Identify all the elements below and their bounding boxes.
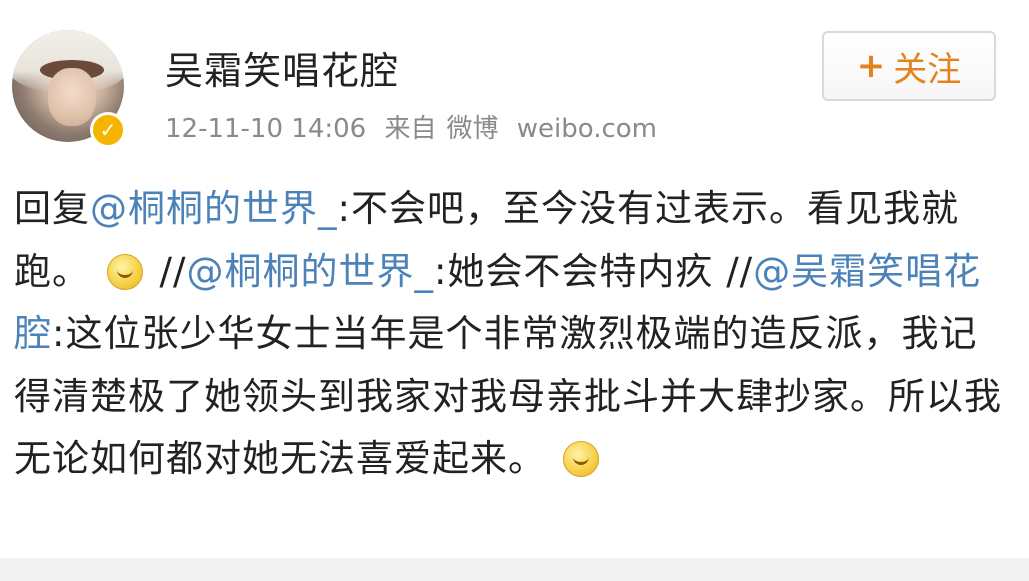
follow-label: 关注 [893,49,962,90]
source-prefix: 来自 [384,114,437,144]
post-timestamp[interactable]: 12-11-10 14:06 [165,114,366,144]
mention-link[interactable]: @桐桐的世界_ [186,250,434,293]
repost-separator: // [146,249,187,293]
post-meta: 12-11-10 14:06 来自 微博 weibo.com [165,108,667,145]
bottom-divider [0,558,1029,581]
username[interactable]: 吴霜笑唱花腔 [165,40,399,95]
source-app[interactable]: 微博 [447,114,499,144]
smirk-emoji-icon [106,253,143,290]
source-site: weibo.com [516,114,658,144]
post-body: 回复@桐桐的世界_:不会吧，至今没有过表示。看见我就跑。 //@桐桐的世界_:她… [14,178,1014,491]
post-text: :这位张少华女士当年是个非常激烈极端的造反派，我记得清楚极了她领头到我家对我母亲… [14,312,1002,480]
verified-badge-icon: ✓ [90,112,126,148]
follow-button[interactable]: + 关注 [822,31,996,101]
avatar-face [48,68,96,126]
reply-prefix: 回复 [14,187,90,230]
weibo-post-card: ✓ 吴霜笑唱花腔 12-11-10 14:06 来自 微博 weibo.com +… [0,0,1029,558]
mention-link[interactable]: @桐桐的世界_ [90,187,338,230]
plus-icon: + [856,46,886,86]
grin-emoji-icon [562,441,599,477]
post-text: :她会不会特内疚 // [433,249,754,293]
